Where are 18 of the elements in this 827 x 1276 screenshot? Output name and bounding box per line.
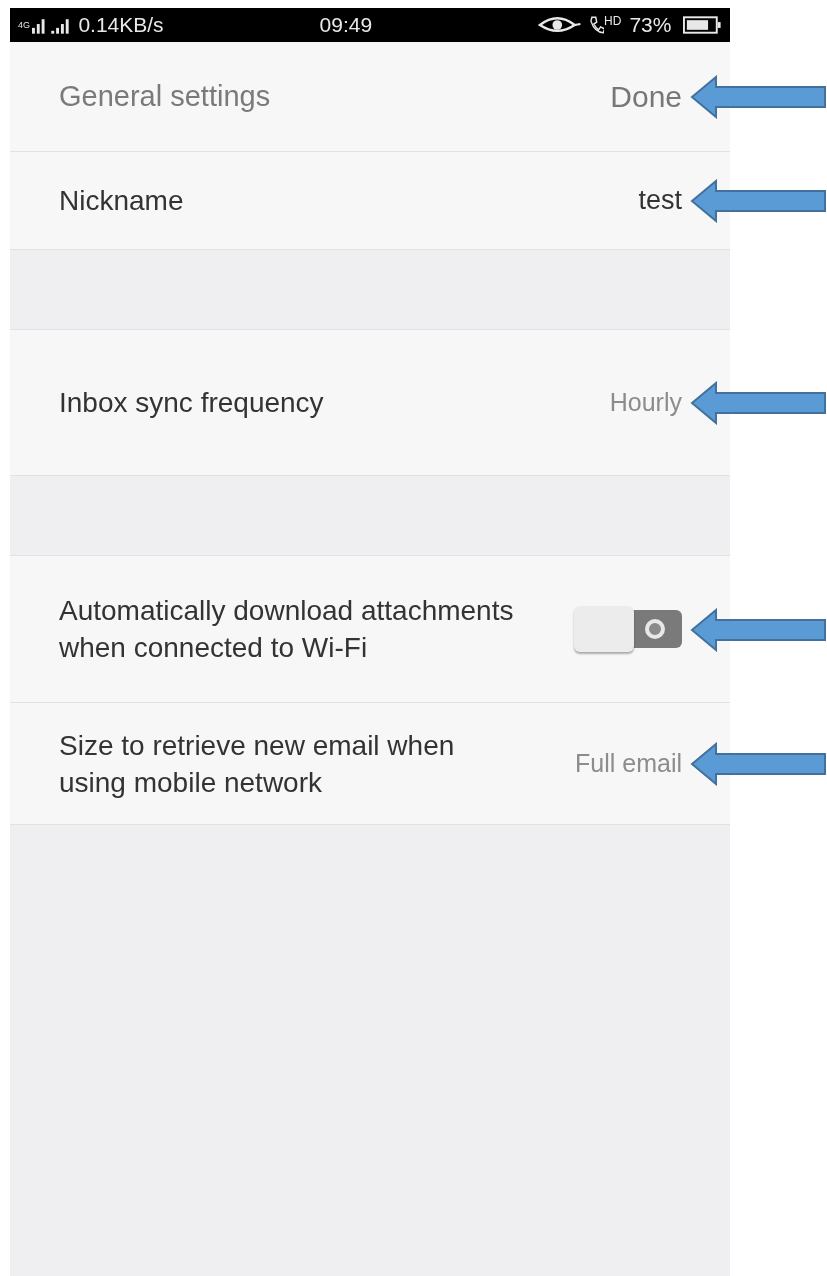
setting-label: Inbox sync frequency [59,386,325,420]
setting-label: Automatically download attachments when connected to Wi-Fi [59,594,515,665]
setting-value[interactable]: Hourly [609,383,682,422]
toggle-switch[interactable] [574,606,682,652]
done-button[interactable]: Done [610,74,682,119]
setting-label: Nickname [59,184,185,218]
setting-value[interactable]: test [638,180,682,221]
network-speed: 0.14KB/s [78,12,164,39]
setting-label: Size to retrieve new email when using mobile network [59,728,456,800]
eye-icon [538,15,581,35]
clock: 09:49 [319,12,373,39]
setting-value[interactable]: Full email [575,744,682,783]
battery-icon [683,16,722,34]
hd-label: HD [604,13,622,30]
page-title: General settings [59,78,271,114]
battery-level: 73% [629,12,672,39]
network-type: 4G [18,20,30,30]
phone-icon [588,15,605,35]
